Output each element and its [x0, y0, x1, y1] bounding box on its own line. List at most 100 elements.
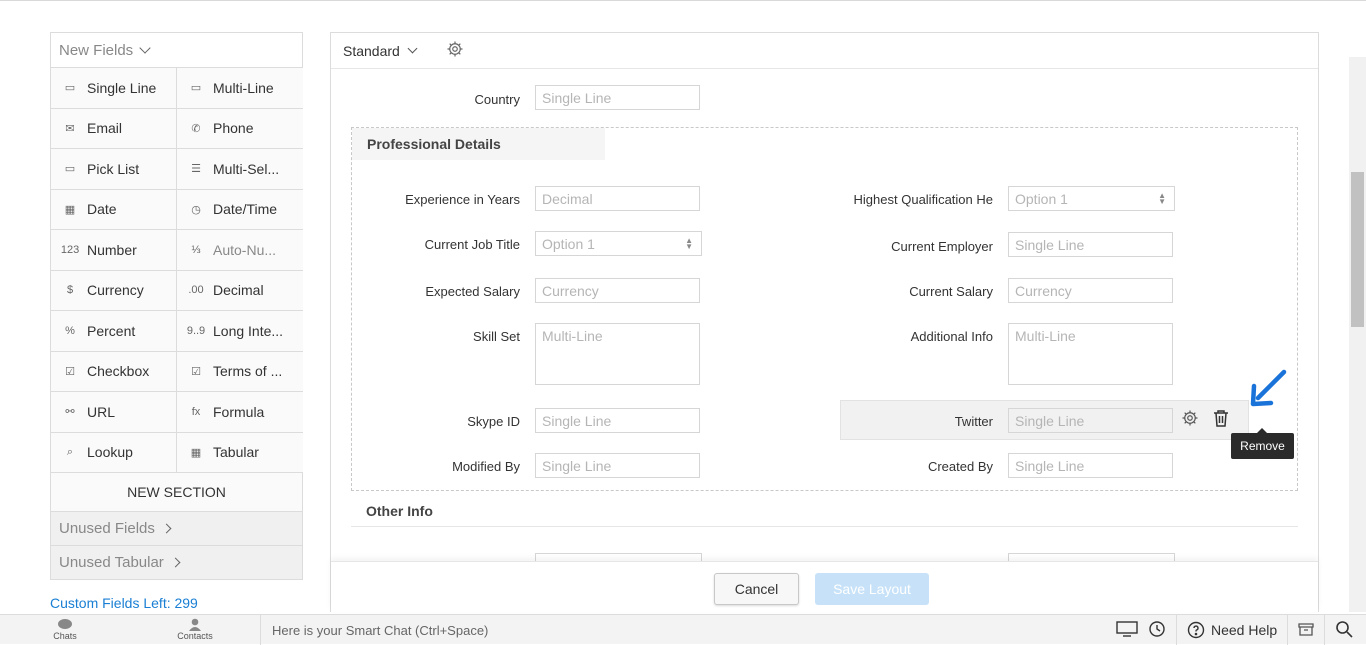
chats-tab[interactable]: Chats	[0, 615, 130, 645]
skill-set-label: Skill Set	[473, 329, 520, 344]
auto-number-icon: ⅓	[191, 243, 201, 256]
skype-field[interactable]: Single Line	[535, 408, 700, 433]
screen-icon[interactable]	[1116, 620, 1138, 640]
field-type-label: URL	[87, 403, 116, 420]
country-label: Country	[474, 92, 520, 107]
date-icon: ▦	[64, 203, 76, 216]
country-field[interactable]: Single Line	[535, 85, 700, 110]
smart-chat-input[interactable]: Here is your Smart Chat (Ctrl+Space)	[260, 615, 1110, 645]
contacts-icon	[189, 618, 201, 631]
layout-selector[interactable]: Standard	[343, 43, 400, 59]
search-icon[interactable]	[1335, 620, 1353, 641]
field-type-date-time[interactable]: ◷ Date/Time	[177, 189, 303, 230]
skill-set-field[interactable]: Multi-Line	[535, 323, 700, 385]
expected-salary-label: Expected Salary	[425, 284, 520, 299]
history-icon[interactable]	[1148, 620, 1166, 641]
field-type-multi-line[interactable]: ▭ Multi-Line	[177, 68, 303, 109]
multi-line-icon: ▭	[190, 82, 202, 95]
save-layout-button[interactable]: Save Layout	[815, 573, 929, 605]
unused-tabular-toggle[interactable]: Unused Tabular	[51, 546, 302, 580]
need-help-button[interactable]: Need Help	[1187, 621, 1277, 639]
trash-icon[interactable]	[1213, 409, 1229, 432]
chat-bubble-icon	[58, 619, 72, 629]
new-fields-dropdown[interactable]: New Fields	[51, 33, 302, 68]
unused-fields-toggle[interactable]: Unused Fields	[51, 512, 302, 546]
long-integer-icon: 9..9	[186, 324, 206, 337]
single-line-icon: ▭	[64, 82, 76, 95]
experience-label: Experience in Years	[405, 192, 520, 207]
field-type-number[interactable]: 123 Number	[51, 230, 177, 271]
lookup-icon: ⌕	[66, 445, 74, 458]
scrollbar-thumb[interactable]	[1351, 172, 1364, 327]
skype-label: Skype ID	[467, 414, 520, 429]
field-type-label: Date/Time	[213, 201, 278, 218]
field-type-url[interactable]: ⚯ URL	[51, 392, 177, 433]
chevron-down-icon[interactable]	[407, 43, 418, 54]
field-type-email[interactable]: ✉ Email	[51, 108, 177, 149]
job-title-field[interactable]: Option 1 ▲ ▼	[535, 231, 702, 256]
scrollbar-track[interactable]	[1349, 57, 1366, 612]
current-salary-label: Current Salary	[909, 284, 993, 299]
section-title[interactable]: Professional Details	[352, 128, 605, 160]
twitter-field[interactable]: Single Line	[1008, 408, 1173, 433]
divider	[1287, 615, 1289, 645]
need-help-label: Need Help	[1211, 622, 1278, 638]
current-employer-field[interactable]: Single Line	[1008, 232, 1173, 257]
cancel-button[interactable]: Cancel	[714, 573, 799, 605]
decimal-icon: .00	[188, 284, 204, 297]
field-type-currency[interactable]: $ Currency	[51, 270, 177, 311]
formula-icon: fx	[191, 405, 201, 418]
field-type-date[interactable]: ▦ Date	[51, 189, 177, 230]
chevron-right-icon	[161, 523, 172, 534]
modified-by-field[interactable]: Single Line	[535, 453, 700, 478]
field-type-percent[interactable]: % Percent	[51, 311, 177, 352]
expected-salary-field[interactable]: Currency	[535, 278, 700, 303]
field-type-tabular[interactable]: ▦ Tabular	[177, 432, 303, 473]
field-type-multi-select[interactable]: ☰ Multi-Sel...	[177, 149, 303, 190]
field-type-label: Percent	[87, 322, 136, 339]
field-type-decimal[interactable]: .00 Decimal	[177, 270, 303, 311]
email-icon: ✉	[65, 122, 75, 135]
field-type-pick-list[interactable]: ▭ Pick List	[51, 149, 177, 190]
field-type-checkbox[interactable]: ☑ Checkbox	[51, 351, 177, 392]
field-type-terms[interactable]: ☑ Terms of ...	[177, 351, 303, 392]
field-type-long-integer[interactable]: 9..9 Long Inte...	[177, 311, 303, 352]
sort-arrows-icon: ▲ ▼	[685, 235, 693, 251]
date-time-icon: ◷	[191, 203, 201, 216]
current-salary-field[interactable]: Currency	[1008, 278, 1173, 303]
custom-fields-left: Custom Fields Left: 299	[50, 595, 198, 611]
field-type-label: Formula	[213, 403, 265, 420]
unused-fields-label: Unused Fields	[59, 520, 155, 537]
gear-icon[interactable]	[446, 40, 464, 61]
created-by-field[interactable]: Single Line	[1008, 453, 1173, 478]
field-type-formula[interactable]: fx Formula	[177, 392, 303, 433]
job-title-value: Option 1	[542, 235, 595, 252]
percent-icon: %	[65, 324, 75, 337]
new-section-button[interactable]: NEW SECTION	[51, 473, 302, 512]
field-settings-gear-icon[interactable]	[1181, 409, 1199, 432]
field-type-lookup[interactable]: ⌕ Lookup	[51, 432, 177, 473]
archive-icon[interactable]	[1298, 621, 1314, 640]
checkbox-icon: ☑	[65, 365, 75, 378]
currency-icon: $	[66, 284, 74, 297]
field-type-label: Single Line	[87, 79, 157, 96]
other-info-section-title[interactable]: Other Info	[351, 495, 1298, 527]
field-type-single-line[interactable]: ▭ Single Line	[51, 68, 177, 109]
field-type-auto-number[interactable]: ⅓ Auto-Nu...	[177, 230, 303, 271]
additional-info-label: Additional Info	[910, 329, 993, 344]
additional-info-field[interactable]: Multi-Line	[1008, 323, 1173, 385]
field-type-phone[interactable]: ✆ Phone	[177, 108, 303, 149]
tabular-icon: ▦	[190, 446, 202, 459]
experience-field[interactable]: Decimal	[535, 186, 700, 211]
chevron-down-icon	[139, 41, 151, 54]
contacts-tab[interactable]: Contacts	[130, 615, 260, 645]
field-type-grid: ▭ Single Line ▭ Multi-Line ✉ Email ✆ Phone ▭ Pick…	[51, 68, 303, 473]
highest-qualification-field[interactable]: Option 1 ▲ ▼	[1008, 186, 1175, 211]
field-type-label: Multi-Line	[213, 79, 274, 96]
field-type-label: Email	[87, 120, 123, 137]
divider	[1324, 615, 1326, 645]
current-employer-label: Current Employer	[891, 239, 993, 254]
field-type-label: Multi-Sel...	[213, 160, 280, 177]
field-type-label: Phone	[213, 120, 254, 137]
unused-tabular-label: Unused Tabular	[59, 554, 164, 571]
